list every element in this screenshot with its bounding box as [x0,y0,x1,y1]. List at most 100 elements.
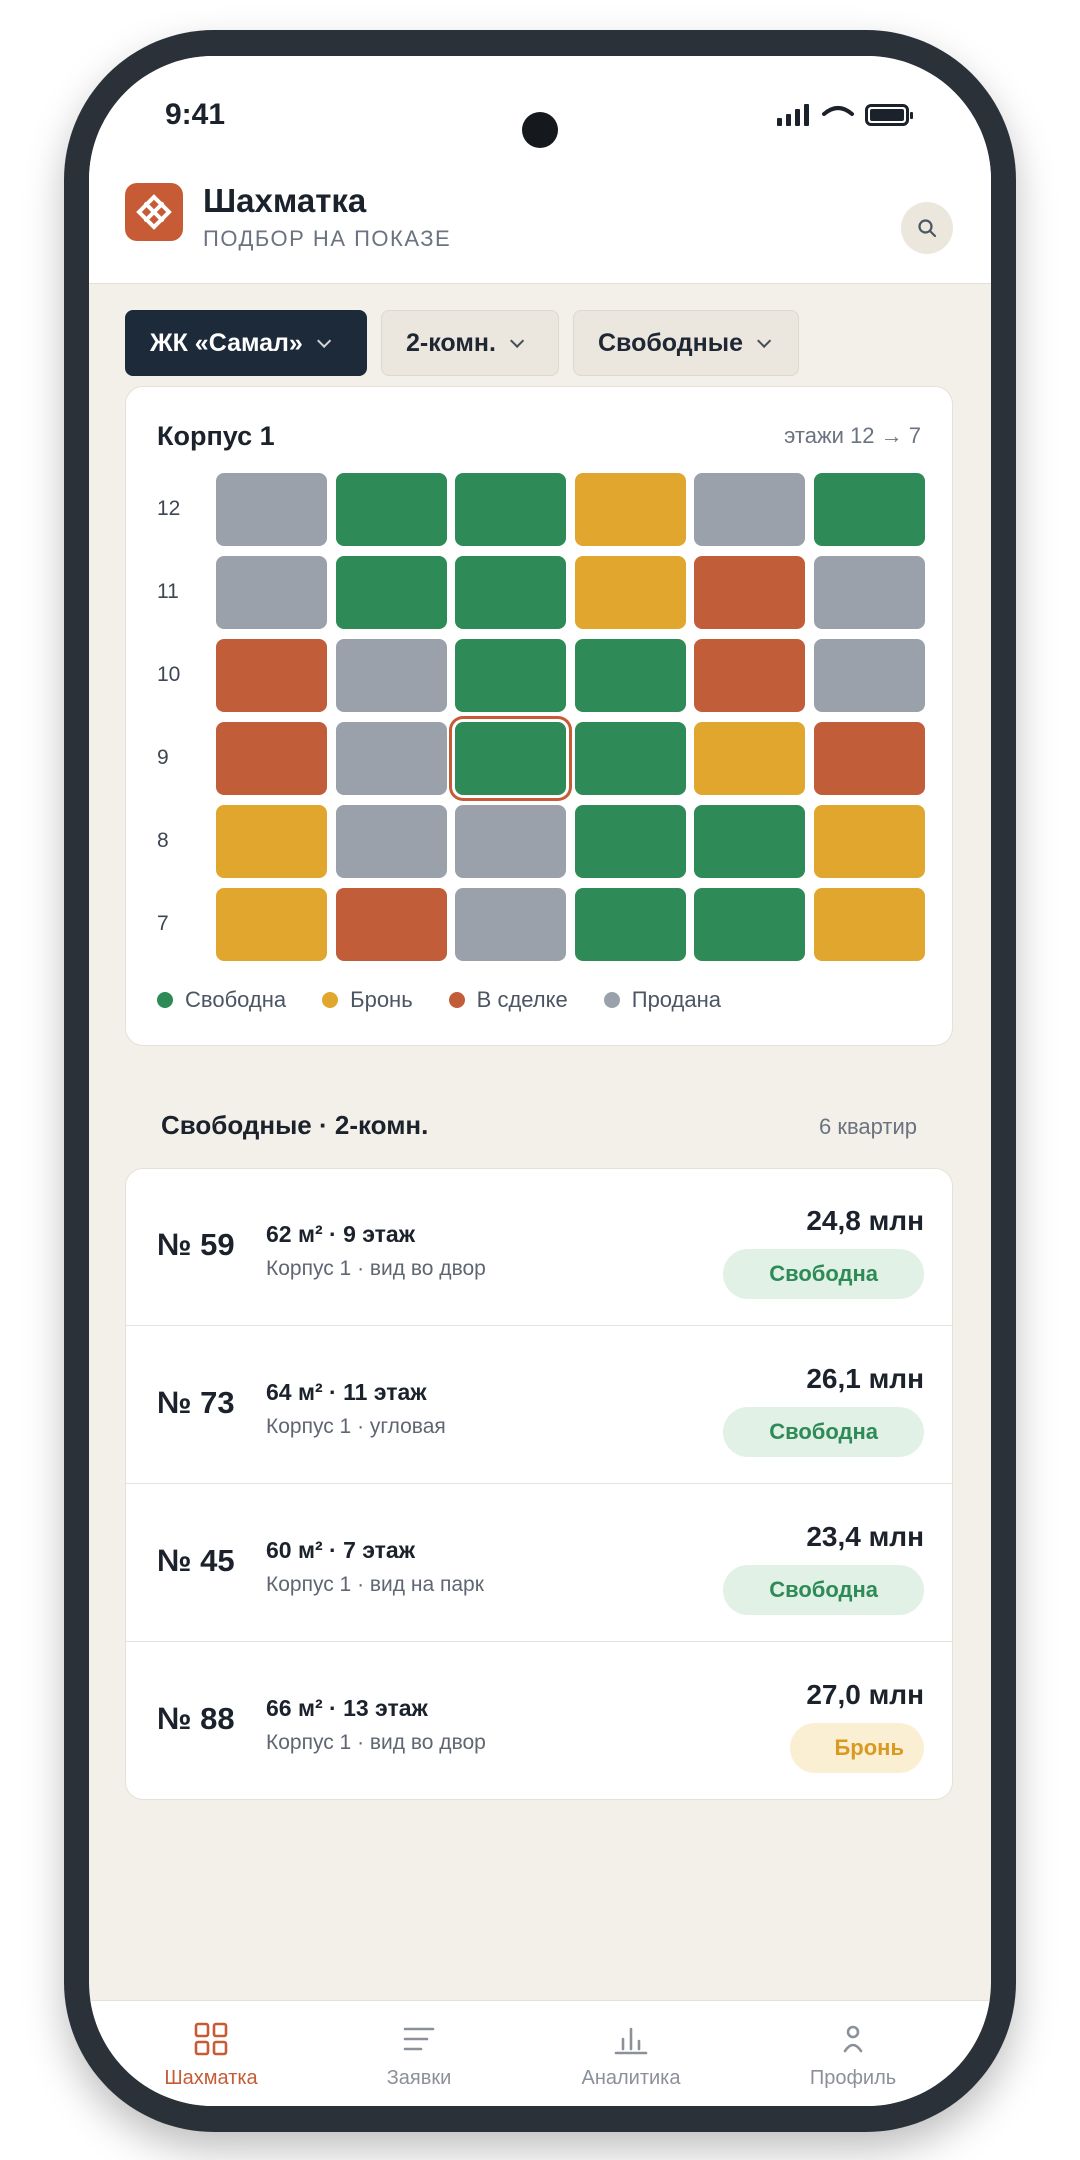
status-time: 9:41 [165,98,226,131]
grid-icon [131,2019,291,2059]
nav-tab-grid[interactable]: Шахматка [131,2019,291,2090]
floor-row-8: 8 [126,805,954,879]
floor-number: 9 [157,746,169,769]
nav-tab-chart[interactable]: Аналитика [551,2019,711,2090]
legend-item-deal: В сделке [448,987,568,1013]
apartment-cell-sold[interactable] [694,473,805,546]
apartment-cell-sold[interactable] [813,639,925,712]
legend-item-reserve: Бронь [322,987,413,1013]
list-icon [339,2019,499,2059]
phone-frame: 9:41 Шахматка ПОДБОР НА ПОКАЗЕ ЖК «Самал… [64,30,1016,2132]
apartment-cell-sold[interactable] [335,639,447,712]
apartment-list-item[interactable]: № 45 60 м² · 7 этаж Корпус 1 · вид на парк… [126,1485,952,1642]
nav-tab-label: Аналитика [581,2067,681,2089]
apartment-list-item[interactable]: № 59 62 м² · 9 этаж Корпус 1 · вид во двор… [126,1169,952,1326]
nav-tab-label: Шахматка [164,2067,258,2089]
apartment-cell-deal[interactable] [694,639,805,712]
camera-cutout [522,112,558,148]
chevron-down-icon [757,333,772,348]
apartment-cell-free[interactable] [694,805,805,878]
floor-number: 8 [157,829,169,852]
nav-tab-label: Профиль [809,2067,897,2089]
floors-range: этажи 12 → 7 [784,423,921,448]
chevron-down-icon [509,333,525,348]
apartment-cell-reserve[interactable] [216,888,327,961]
apartment-cell-deal[interactable] [216,722,327,795]
apartment-cell-free[interactable] [574,805,686,878]
nav-tab-user[interactable]: Профиль [773,2019,933,2090]
apartment-description: Корпус 1 · вид во двор [266,1257,486,1280]
apartment-cell-sold[interactable] [813,556,925,629]
list-title: Свободные · 2-комн. [161,1110,429,1140]
building-title: Корпус 1 [157,421,275,451]
floor-number: 7 [157,912,169,935]
apartment-cell-free[interactable] [813,473,925,546]
search-button[interactable] [901,202,953,254]
nav-tab-list[interactable]: Заявки [339,2019,499,2090]
apartment-cell-free[interactable] [574,639,686,712]
apartment-cell-reserve[interactable] [694,722,805,795]
legend-item-sold: Продана [603,987,721,1013]
apartment-cell-free[interactable] [694,888,805,961]
floor-number: 10 [157,663,181,686]
apartment-cell-deal[interactable] [335,888,447,961]
status-badge: Свободна [723,1249,924,1299]
apartment-cell-sold[interactable] [335,805,447,878]
apartment-cell-deal[interactable] [813,722,925,795]
apartment-cell-free[interactable] [335,473,447,546]
floor-row-12: 12 [126,473,954,547]
floor-row-7: 7 [126,888,954,962]
apartment-number: № 88 [157,1701,235,1736]
legend-dot-icon [603,992,620,1008]
apartment-cell-free[interactable] [455,556,566,629]
floor-row-11: 11 [126,556,954,630]
app-header: Шахматка ПОДБОР НА ПОКАЗЕ [89,152,991,284]
apartment-number: № 45 [157,1543,235,1578]
chart-icon [551,2019,711,2059]
apartment-cell-free[interactable] [335,556,447,629]
apartment-list-item[interactable]: № 88 66 м² · 13 этаж Корпус 1 · вид во дво… [126,1643,952,1799]
apartment-cell-free[interactable] [455,722,566,795]
apartment-cell-free[interactable] [455,473,566,546]
apartment-cell-reserve[interactable] [813,805,925,878]
status-bar: 9:41 [89,56,991,152]
apartment-cell-deal[interactable] [694,556,805,629]
apartment-spec: 62 м² · 9 этаж [266,1221,416,1247]
floor-number: 12 [157,497,181,520]
filter-status-label: Свободные [598,328,743,357]
wifi-icon [822,106,854,116]
apartment-description: Корпус 1 · вид на парк [266,1573,484,1596]
apartment-cell-reserve[interactable] [813,888,925,961]
apartment-cell-sold[interactable] [335,722,447,795]
filter-status-dropdown[interactable]: Свободные [573,310,799,376]
apartment-list: № 59 62 м² · 9 этаж Корпус 1 · вид во двор… [125,1168,953,1800]
apartment-cell-free[interactable] [574,722,686,795]
legend-label: В сделке [476,987,568,1012]
legend-item-free: Свободна [157,987,286,1013]
filter-complex-dropdown[interactable]: ЖК «Самал» [125,310,367,376]
apartment-price: 26,1 млн [806,1363,924,1394]
apartment-cell-free[interactable] [574,888,686,961]
apartment-cell-sold[interactable] [455,805,566,878]
status-badge: Свободна [723,1565,924,1615]
user-icon [773,2019,933,2059]
legend-dot-icon [322,992,339,1008]
apartment-list-item[interactable]: № 73 64 м² · 11 этаж Корпус 1 · угловая 26,… [126,1327,952,1484]
building-grid-card: Корпус 1 этажи 12 → 7 12 11 10 9 8 7 Свободна… [125,386,953,1046]
app-subtitle: ПОДБОР НА ПОКАЗЕ [203,226,452,251]
floor-number: 11 [157,580,179,603]
apartment-cell-free[interactable] [455,639,566,712]
apartment-cell-sold[interactable] [216,473,327,546]
apartment-cell-sold[interactable] [216,556,327,629]
apartment-price: 27,0 млн [806,1679,924,1710]
nav-tab-label: Заявки [386,2067,452,2089]
filter-rooms-dropdown[interactable]: 2-комн. [381,310,559,376]
apartment-spec: 66 м² · 13 этаж [266,1695,428,1721]
apartment-cell-reserve[interactable] [574,473,686,546]
apartment-cell-reserve[interactable] [574,556,686,629]
list-count: 6 квартир [818,1114,917,1139]
apartment-description: Корпус 1 · угловая [266,1415,446,1438]
apartment-cell-deal[interactable] [216,639,327,712]
apartment-cell-sold[interactable] [455,888,566,961]
apartment-cell-reserve[interactable] [216,805,327,878]
